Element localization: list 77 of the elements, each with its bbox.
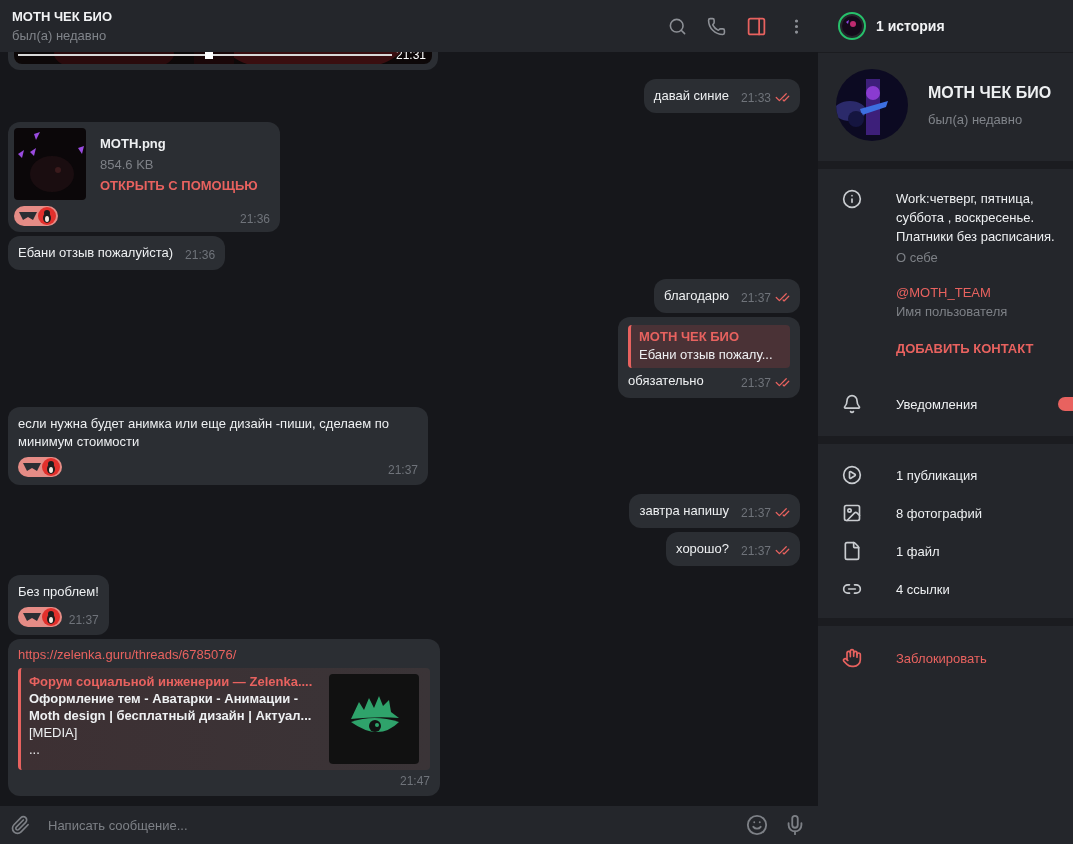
bell-icon <box>842 394 862 414</box>
media-row[interactable]: 1 файл <box>818 532 1073 570</box>
media-row[interactable]: 8 фотографий <box>818 494 1073 532</box>
preview-text: Moth design | бесплатный дизайн | Актуал... <box>29 708 313 723</box>
seek-handle[interactable] <box>205 52 213 59</box>
link-preview[interactable]: Форум социальной инженерии — Zelenka.... Оформление тем - Аватарки - Анимации - Moth design | бесплатный дизайн | Актуал... [MEDIA] ... <box>18 668 430 770</box>
message-time: 21:37 <box>68 613 99 627</box>
story-avatar[interactable] <box>838 12 866 40</box>
username-link[interactable]: @MOTH_TEAM <box>896 285 1008 300</box>
preview-site: Форум социальной инженерии — Zelenka.... <box>29 674 314 689</box>
bio-text: Work:четверг, пятница, суббота , воскресенье. Платники без расписания. <box>896 190 1056 246</box>
bio-label: О себе <box>896 250 939 265</box>
attach-icon[interactable] <box>10 815 30 835</box>
media-row[interactable]: 1 публикация <box>818 456 1073 494</box>
stories-label[interactable]: 1 история <box>876 18 945 34</box>
message-text: Без проблем! <box>18 583 99 601</box>
play-circle-icon <box>842 465 862 485</box>
preview-text: [MEDIA] <box>29 725 79 740</box>
block-label: Заблокировать <box>896 650 988 666</box>
media-label: 1 публикация <box>896 467 979 483</box>
message-text: если нужна будет анимка или еще дизайн -пиши, сделаем по минимум стоимости <box>18 415 391 451</box>
penguin-icon <box>38 207 56 225</box>
reaction-badge[interactable] <box>18 457 62 477</box>
preview-text: ... <box>29 742 41 757</box>
media-label: 4 ссылки <box>896 581 951 597</box>
message-text: давай синие <box>653 87 729 105</box>
media-label: 1 файл <box>896 543 941 559</box>
quote-text: Ебани отзыв пожалу... <box>639 346 774 364</box>
message-time: 21:37 <box>740 290 771 305</box>
phone-icon[interactable] <box>707 16 726 36</box>
search-icon[interactable] <box>668 16 687 36</box>
message-time: 21:37 <box>740 543 771 558</box>
side-panel-icon[interactable] <box>746 15 767 37</box>
preview-text: Оформление тем - Аватарки - Анимации - <box>29 691 300 706</box>
penguin-icon <box>42 608 60 626</box>
open-with-link[interactable]: ОТКРЫТЬ С ПОМОЩЬЮ <box>100 178 258 193</box>
profile-status: был(а) недавно <box>928 111 1024 127</box>
add-contact-button[interactable]: ДОБАВИТЬ КОНТАКТ <box>896 341 1034 356</box>
chat-status: был(а) недавно <box>12 28 108 43</box>
reaction-badge[interactable] <box>14 206 58 226</box>
message-time: 21:37 <box>740 375 771 390</box>
media-label: 8 фотографий <box>896 505 983 521</box>
file-size: 854.6 KB <box>100 157 155 172</box>
emoji-icon[interactable] <box>746 814 768 836</box>
chat-title: MOTH ЧЕК БИО <box>12 9 114 24</box>
message-text: хорошо? <box>676 540 729 558</box>
message-text: обязательно <box>628 372 704 390</box>
media-row[interactable]: 4 ссылки <box>818 570 1073 608</box>
quoted-message[interactable]: MOTH ЧЕК БИО Ебани отзыв пожалу... <box>628 325 790 368</box>
info-icon <box>842 189 862 209</box>
mask-icon <box>22 611 42 623</box>
message-time: 21:37 <box>387 463 418 477</box>
message-time: 21:47 <box>399 774 430 788</box>
message-time: 21:36 <box>239 212 270 226</box>
hand-icon <box>842 648 862 668</box>
mask-icon <box>18 210 38 222</box>
message-time: 21:37 <box>740 505 771 520</box>
reaction-badge[interactable] <box>18 607 62 627</box>
message-time: 21:33 <box>740 90 771 105</box>
block-row[interactable]: Заблокировать <box>818 626 1073 677</box>
file-icon <box>842 541 862 561</box>
quote-author: MOTH ЧЕК БИО <box>639 329 741 344</box>
message-text: Ебани отзыв пожалуйста) <box>18 244 174 262</box>
mask-icon <box>22 461 42 473</box>
message-input[interactable]: Написать сообщение... <box>46 816 730 834</box>
notifications-label: Уведомления <box>896 396 979 412</box>
file-name: MOTH.png <box>100 136 167 151</box>
message-time: 21:36 <box>185 248 216 262</box>
message-text: завтра напишу <box>639 502 729 520</box>
penguin-icon <box>42 458 60 476</box>
eye-logo-icon <box>329 674 419 764</box>
message-link[interactable]: https://zelenka.guru/threads/6785076/ <box>18 647 237 662</box>
message-text: благодарю <box>664 287 729 305</box>
photo-icon <box>842 503 862 523</box>
profile-name: MOTH ЧЕК БИО <box>928 83 1052 102</box>
message-composer[interactable]: Написать сообщение... <box>0 806 818 844</box>
username-label: Имя пользователя <box>896 304 1008 319</box>
